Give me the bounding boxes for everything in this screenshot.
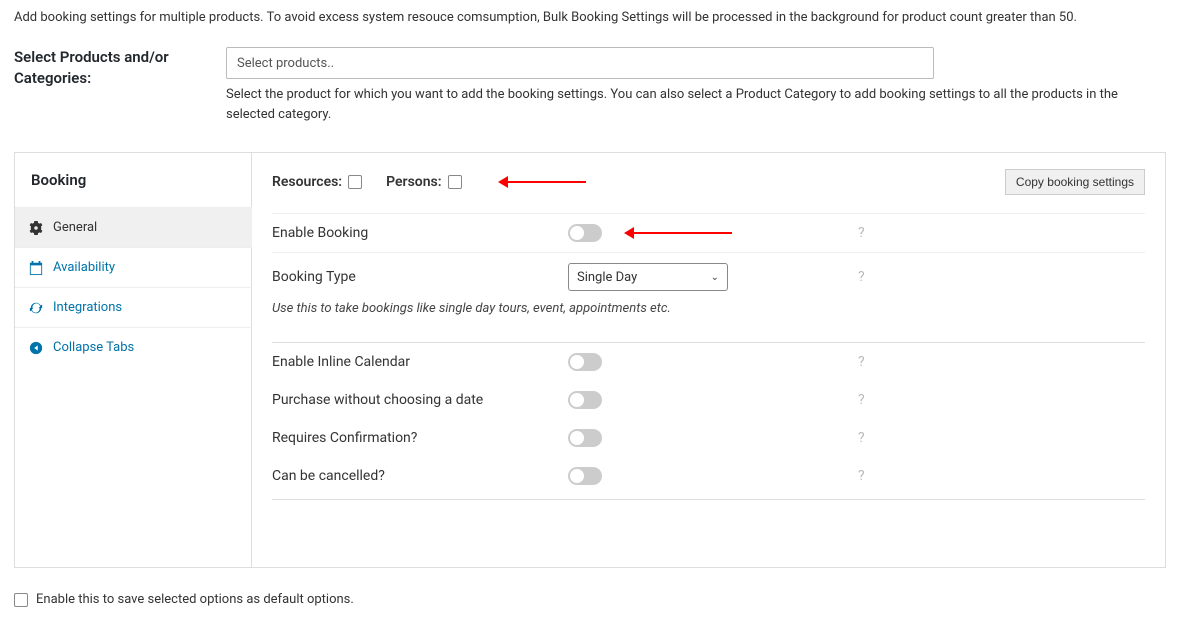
requires-confirmation-toggle[interactable] <box>568 429 602 447</box>
default-options-checkbox[interactable] <box>14 593 28 607</box>
sidebar-item-integrations[interactable]: Integrations <box>15 287 252 327</box>
sidebar-item-label: General <box>53 220 97 235</box>
sidebar-title: Booking <box>15 153 252 207</box>
footer-default-options: Enable this to save selected options as … <box>14 592 1166 607</box>
resources-checkbox[interactable] <box>348 175 362 189</box>
help-icon[interactable]: ? <box>858 354 865 370</box>
help-icon[interactable]: ? <box>858 269 865 285</box>
product-select-section: Select Products and/or Categories: Selec… <box>14 47 1166 124</box>
purchase-without-date-label: Purchase without choosing a date <box>272 392 568 408</box>
inline-calendar-toggle[interactable] <box>568 353 602 371</box>
can-be-cancelled-row: Can be cancelled? ? <box>272 457 1145 495</box>
help-icon[interactable]: ? <box>858 468 865 484</box>
booking-type-row: Booking Type Single Day ⌄ ? <box>272 252 1145 301</box>
help-icon[interactable]: ? <box>858 225 865 241</box>
gear-icon <box>29 221 43 235</box>
inline-calendar-row: Enable Inline Calendar ? <box>272 343 1145 381</box>
sidebar-item-label: Collapse Tabs <box>53 340 134 355</box>
refresh-icon <box>29 301 43 315</box>
purchase-without-date-toggle[interactable] <box>568 391 602 409</box>
can-be-cancelled-toggle[interactable] <box>568 467 602 485</box>
booking-type-select[interactable]: Single Day ⌄ <box>568 263 728 291</box>
arrow-annotation <box>506 181 586 183</box>
requires-confirmation-row: Requires Confirmation? ? <box>272 419 1145 457</box>
sidebar-item-availability[interactable]: Availability <box>15 247 252 287</box>
page-description: Add booking settings for multiple produc… <box>14 10 1166 25</box>
product-select-label: Select Products and/or Categories: <box>14 47 198 124</box>
collapse-icon <box>29 341 43 355</box>
resources-label: Resources: <box>272 174 342 190</box>
booking-type-label: Booking Type <box>272 269 568 285</box>
default-options-label: Enable this to save selected options as … <box>36 592 354 607</box>
enable-booking-row: Enable Booking ? <box>272 213 1145 252</box>
persons-label: Persons: <box>386 174 441 190</box>
sidebar-item-label: Availability <box>53 260 115 275</box>
enable-booking-label: Enable Booking <box>272 225 568 241</box>
calendar-icon <box>29 261 43 275</box>
inline-calendar-label: Enable Inline Calendar <box>272 354 568 370</box>
product-select-input[interactable]: Select products.. <box>226 47 934 79</box>
persons-checkbox[interactable] <box>448 175 462 189</box>
sidebar-item-collapse[interactable]: Collapse Tabs <box>15 327 252 367</box>
copy-booking-settings-button[interactable]: Copy booking settings <box>1005 169 1145 195</box>
sidebar-item-label: Integrations <box>53 300 122 315</box>
main-panel: Resources: Persons: Copy booking setting… <box>252 153 1165 567</box>
help-icon[interactable]: ? <box>858 392 865 408</box>
panel-header: Resources: Persons: Copy booking setting… <box>272 153 1145 213</box>
sidebar-item-general[interactable]: General <box>15 207 252 247</box>
booking-type-value: Single Day <box>577 270 637 285</box>
can-be-cancelled-label: Can be cancelled? <box>272 468 568 484</box>
booking-type-description: Use this to take bookings like single da… <box>272 301 1145 330</box>
product-select-help: Select the product for which you want to… <box>226 85 1136 124</box>
persons-checkbox-group: Persons: <box>386 174 461 190</box>
booking-container: Booking General Availability Integration… <box>14 152 1166 568</box>
requires-confirmation-label: Requires Confirmation? <box>272 430 568 446</box>
sidebar: Booking General Availability Integration… <box>15 153 252 567</box>
arrow-annotation <box>632 232 732 234</box>
purchase-without-date-row: Purchase without choosing a date ? <box>272 381 1145 419</box>
chevron-down-icon: ⌄ <box>711 272 719 283</box>
help-icon[interactable]: ? <box>858 430 865 446</box>
resources-checkbox-group: Resources: <box>272 174 362 190</box>
product-select-placeholder: Select products.. <box>237 56 334 71</box>
enable-booking-toggle[interactable] <box>568 224 602 242</box>
